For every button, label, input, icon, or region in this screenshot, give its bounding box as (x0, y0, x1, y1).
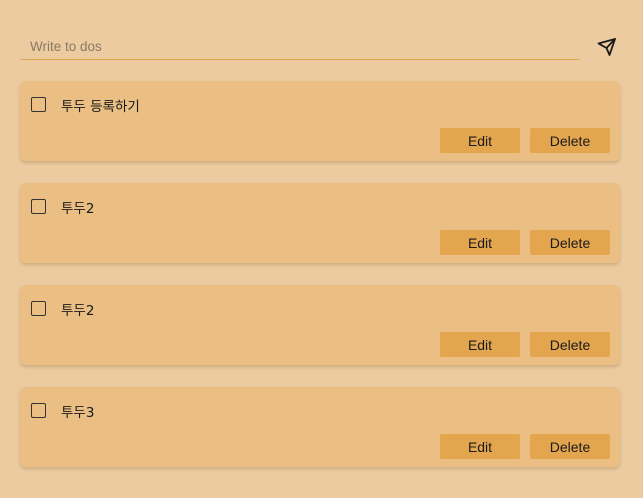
todo-checkbox[interactable] (31, 403, 46, 418)
send-icon (597, 38, 616, 56)
todo-checkbox[interactable] (31, 97, 46, 112)
todo-text: 투두 등록하기 (61, 99, 140, 115)
todo-text: 투두2 (61, 201, 95, 217)
todo-list: 투두 등록하기 Edit Delete 투두2 Edit Delete 투두2 … (20, 81, 620, 489)
delete-button[interactable]: Delete (530, 332, 610, 357)
delete-button[interactable]: Delete (530, 434, 610, 459)
todo-text: 투두3 (61, 405, 95, 421)
todo-text: 투두2 (61, 303, 95, 319)
edit-button[interactable]: Edit (440, 434, 520, 459)
todo-input[interactable] (20, 33, 580, 60)
todo-checkbox[interactable] (31, 199, 46, 214)
todo-card: 투두 등록하기 Edit Delete (20, 81, 620, 161)
edit-button[interactable]: Edit (440, 230, 520, 255)
send-button[interactable] (596, 36, 618, 58)
edit-button[interactable]: Edit (440, 128, 520, 153)
delete-button[interactable]: Delete (530, 230, 610, 255)
todo-card: 투두2 Edit Delete (20, 285, 620, 365)
delete-button[interactable]: Delete (530, 128, 610, 153)
todo-card: 투두3 Edit Delete (20, 387, 620, 467)
todo-card: 투두2 Edit Delete (20, 183, 620, 263)
edit-button[interactable]: Edit (440, 332, 520, 357)
todo-checkbox[interactable] (31, 301, 46, 316)
todo-input-row (20, 33, 620, 61)
